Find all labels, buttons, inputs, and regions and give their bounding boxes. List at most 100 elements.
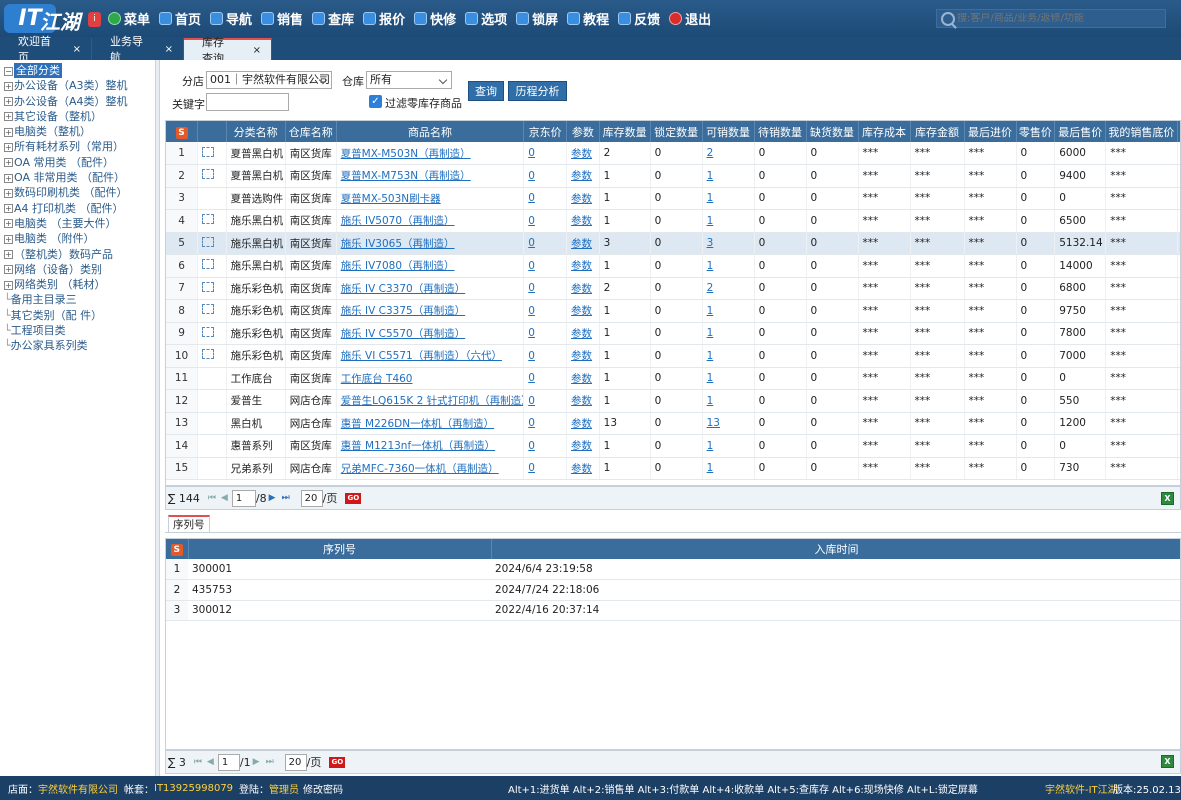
- col-header[interactable]: 缺货数量: [806, 121, 859, 142]
- param-link[interactable]: 参数: [571, 283, 592, 295]
- name-link[interactable]: 施乐 IV7080（再制造）: [341, 260, 455, 272]
- first-page-icon[interactable]: ⏮: [194, 757, 203, 767]
- expand-icon[interactable]: +: [4, 97, 13, 107]
- jd-link[interactable]: 0: [528, 192, 535, 204]
- table-row[interactable]: 1 夏普黑白机 南区货库 夏普MX-M503N（再制造） 0 参数 2 0 2 0 0 *** *** *…: [166, 142, 1180, 165]
- param-link[interactable]: 参数: [571, 215, 592, 227]
- name-link[interactable]: 施乐 IV C5570（再制造）: [341, 328, 466, 340]
- tree-leaf[interactable]: └备用主目录三: [4, 292, 155, 307]
- menu-item-5[interactable]: 报价: [363, 9, 405, 28]
- table-row[interactable]: 9 施乐彩色机 南区货库 施乐 IV C5570（再制造） 0 参数 1 0 1 0 0 *** ***…: [166, 322, 1180, 345]
- param-link[interactable]: 参数: [571, 170, 592, 182]
- avail-link[interactable]: 1: [707, 372, 714, 384]
- expand-icon[interactable]: +: [4, 219, 13, 229]
- table-row[interactable]: 15 兄弟系列 网店仓库 兄弟MFC-7360一体机（再制造） 0 参数 1 0 1 0 0 *** *…: [166, 457, 1180, 480]
- close-icon[interactable]: ×: [73, 44, 81, 55]
- menu-item-6[interactable]: 快修: [414, 9, 456, 28]
- collapse-icon[interactable]: −: [4, 66, 13, 76]
- tree-node[interactable]: + 电脑类（整机）: [4, 124, 155, 139]
- query-button[interactable]: 查询: [468, 81, 504, 101]
- barcode-icon[interactable]: [202, 349, 215, 360]
- table-row[interactable]: 7 施乐彩色机 南区货库 施乐 IV C3370（再制造） 0 参数 2 0 2 0 0 *** ***…: [166, 277, 1180, 300]
- expand-icon[interactable]: +: [4, 112, 13, 122]
- name-link[interactable]: 夏普MX-M503N（再制造）: [341, 148, 471, 160]
- warehouse-select[interactable]: 所有: [366, 71, 452, 89]
- tree-node[interactable]: + 网络（设备）类别: [4, 262, 155, 277]
- expand-icon[interactable]: +: [4, 280, 13, 290]
- expand-icon[interactable]: +: [4, 173, 13, 183]
- name-link[interactable]: 爱普生LQ615K 2 针式打印机（再制造）: [341, 395, 523, 407]
- table-row[interactable]: 3 夏普选购件 南区货库 夏普MX-503N刷卡器 0 参数 1 0 1 0 0 *** *** *** 0…: [166, 187, 1180, 210]
- avail-link[interactable]: 1: [707, 305, 714, 317]
- name-link[interactable]: 惠普 M226DN一体机（再制造）: [341, 418, 494, 430]
- col-header[interactable]: 序列号: [188, 539, 492, 559]
- last-page-icon[interactable]: ⏭: [266, 757, 275, 767]
- table-row[interactable]: 2 435753 2024/7/24 22:18:06: [166, 579, 1180, 601]
- table-row[interactable]: 14 惠普系列 南区货库 惠普 M1213nf一体机（再制造） 0 参数 1 0 1 0 0 *** *…: [166, 434, 1180, 458]
- last-page-icon[interactable]: ⏭: [282, 493, 291, 503]
- menu-item-9[interactable]: 教程: [567, 9, 609, 28]
- col-header[interactable]: 商品名称: [336, 121, 525, 142]
- menu-item-2[interactable]: 导航: [210, 9, 252, 28]
- expand-icon[interactable]: +: [4, 127, 13, 137]
- col-header[interactable]: 参数: [566, 121, 600, 142]
- avail-link[interactable]: 1: [707, 170, 714, 182]
- expand-icon[interactable]: +: [4, 142, 13, 152]
- close-icon[interactable]: ×: [165, 44, 173, 55]
- col-header[interactable]: 京东价: [523, 121, 568, 142]
- table-row[interactable]: 6 施乐黑白机 南区货库 施乐 IV7080（再制造） 0 参数 1 0 1 0 0 *** *** **…: [166, 254, 1180, 278]
- tree-root[interactable]: − 全部分类: [4, 63, 155, 79]
- jd-link[interactable]: 0: [528, 215, 535, 227]
- col-header[interactable]: 库存成本: [858, 121, 911, 142]
- name-link[interactable]: 兄弟MFC-7360一体机（再制造）: [341, 463, 499, 475]
- col-header[interactable]: 锁定数量: [650, 121, 703, 142]
- tree-node[interactable]: + （整机类）数码产品: [4, 247, 155, 262]
- tree-node[interactable]: + 办公设备（A4类）整机: [4, 94, 155, 109]
- table-row[interactable]: 11 工作底台 南区货库 工作底台 T460 0 参数 1 0 1 0 0 *** *** *** 0 0 **…: [166, 367, 1180, 390]
- barcode-icon[interactable]: [202, 259, 215, 270]
- tree-node[interactable]: + 网络类别 （耗材）: [4, 277, 155, 292]
- branch-select[interactable]: 001｜宇然软件有限公司: [206, 71, 332, 89]
- go-button[interactable]: GO: [345, 492, 362, 504]
- expand-icon[interactable]: +: [4, 265, 13, 275]
- avail-link[interactable]: 1: [707, 350, 714, 362]
- table-row[interactable]: 5 施乐黑白机 南区货库 施乐 IV3065（再制造） 0 参数 3 0 3 0 0 *** *** **…: [166, 232, 1180, 255]
- barcode-icon[interactable]: [202, 326, 215, 337]
- tree-node[interactable]: + 电脑类 （附件）: [4, 231, 155, 246]
- jd-link[interactable]: 0: [528, 350, 535, 362]
- page-number-input[interactable]: 1: [231, 489, 256, 507]
- param-link[interactable]: 参数: [571, 260, 592, 272]
- table-row[interactable]: 4 施乐黑白机 南区货库 施乐 IV5070（再制造） 0 参数 1 0 1 0 0 *** *** **…: [166, 209, 1180, 233]
- table-row[interactable]: 10 施乐彩色机 南区货库 施乐 VI C5571（再制造）（六代） 0 参数 1 0 1 0 0 *…: [166, 344, 1180, 368]
- avail-link[interactable]: 1: [707, 440, 714, 452]
- jd-link[interactable]: 0: [528, 237, 535, 249]
- name-link[interactable]: 施乐 VI C5571（再制造）（六代）: [341, 350, 502, 362]
- expand-icon[interactable]: +: [4, 234, 13, 244]
- expand-icon[interactable]: +: [4, 204, 13, 214]
- prev-page-icon[interactable]: ◀: [221, 493, 230, 503]
- name-link[interactable]: 施乐 IV3065（再制造）: [341, 238, 455, 250]
- avail-link[interactable]: 1: [707, 260, 714, 272]
- name-link[interactable]: 夏普MX-503N刷卡器: [341, 193, 441, 205]
- expand-icon[interactable]: +: [4, 188, 13, 198]
- menu-item-8[interactable]: 锁屏: [516, 9, 558, 28]
- tree-leaf[interactable]: └工程项目类: [4, 323, 155, 338]
- avail-link[interactable]: 1: [707, 192, 714, 204]
- jd-link[interactable]: 0: [528, 282, 535, 294]
- param-link[interactable]: 参数: [571, 238, 592, 250]
- table-row[interactable]: 8 施乐彩色机 南区货库 施乐 IV C3375（再制造） 0 参数 1 0 1 0 0 *** ***…: [166, 299, 1180, 323]
- page-size-input[interactable]: 20: [284, 753, 307, 771]
- barcode-icon[interactable]: [202, 304, 215, 315]
- name-link[interactable]: 施乐 IV C3375（再制造）: [341, 305, 466, 317]
- tree-node[interactable]: + 数码印刷机类 （配件）: [4, 185, 155, 200]
- table-row[interactable]: 2 夏普黑白机 南区货库 夏普MX-M753N（再制造） 0 参数 1 0 1 0 0 *** *** *…: [166, 164, 1180, 188]
- jd-link[interactable]: 0: [528, 417, 535, 429]
- col-header[interactable]: 最后进价: [964, 121, 1017, 142]
- tree-node[interactable]: + 电脑类 （主要大件）: [4, 216, 155, 231]
- tree-node[interactable]: + 其它设备（整机）: [4, 109, 155, 124]
- table-row[interactable]: 3 300012 2022/4/16 20:37:14: [166, 600, 1180, 621]
- menu-item-11[interactable]: 退出: [669, 9, 711, 28]
- close-icon[interactable]: ×: [253, 45, 261, 56]
- col-header[interactable]: 入库时间: [491, 539, 1180, 559]
- param-link[interactable]: 参数: [571, 463, 592, 475]
